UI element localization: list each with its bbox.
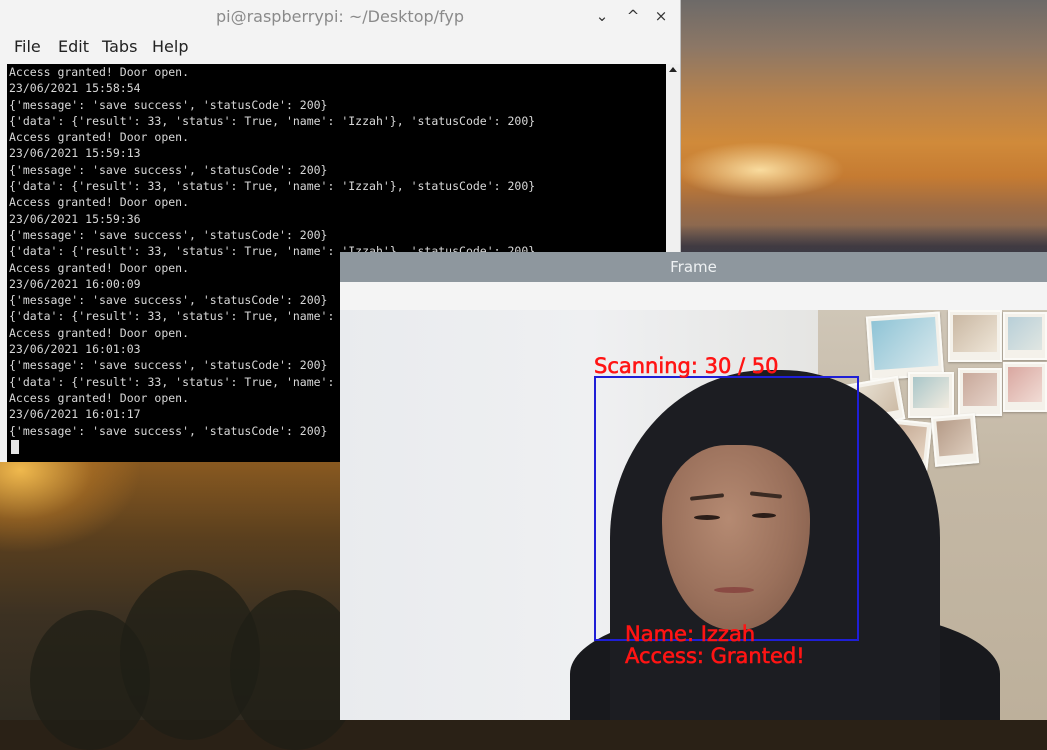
window-title: pi@raspberrypi: ~/Desktop/fyp <box>215 7 465 26</box>
maximize-button[interactable]: ^ <box>624 6 642 26</box>
desktop-wallpaper-sky <box>680 0 1047 260</box>
minimize-button[interactable]: ⌄ <box>593 6 611 26</box>
wall-photo <box>865 311 945 381</box>
terminal-line: Access granted! Door open. <box>9 195 190 210</box>
terminal-line: {'data': {'result': 33, 'status': True, … <box>9 113 536 128</box>
scroll-up-arrow-icon[interactable] <box>669 67 677 72</box>
access-status-label: Access: Granted! <box>625 644 805 669</box>
window-title: Frame <box>670 258 717 276</box>
terminal-line: 23/06/2021 15:59:36 <box>9 211 141 226</box>
terminal-line: {'message': 'save success', 'statusCode'… <box>9 162 328 177</box>
terminal-line: {'message': 'save success', 'statusCode'… <box>9 227 328 242</box>
scanning-progress-label: Scanning: 30 / 50 <box>594 354 779 379</box>
recognized-name-label: Name: Izzah <box>625 622 756 647</box>
wall-photo <box>948 310 1002 362</box>
terminal-line: {'message': 'save success', 'statusCode'… <box>9 97 328 112</box>
menu-edit[interactable]: Edit <box>58 37 89 56</box>
wall-photo <box>1003 362 1047 412</box>
terminal-line: 23/06/2021 15:58:54 <box>9 81 141 96</box>
terminal-line: {'data': {'result': 33, 'status': True, … <box>9 179 536 194</box>
terminal-line: Access granted! Door open. <box>9 65 190 79</box>
wall-photo <box>908 372 954 418</box>
terminal-line: Access granted! Door open. <box>9 130 190 145</box>
terminal-titlebar[interactable]: pi@raspberrypi: ~/Desktop/fyp ⌄ ^ × <box>0 0 680 34</box>
face-detection-box <box>594 376 859 641</box>
close-button[interactable]: × <box>652 6 670 26</box>
terminal-line: 23/06/2021 15:59:13 <box>9 146 141 161</box>
terminal-cursor <box>11 439 19 454</box>
frame-titlebar[interactable]: Frame <box>340 252 1047 282</box>
wall-photo <box>958 368 1002 416</box>
wall-photo <box>1003 312 1047 360</box>
desktop-wallpaper-forest <box>0 460 360 750</box>
frame-toolbar <box>340 282 1047 310</box>
menu-file[interactable]: File <box>14 37 41 56</box>
frame-window[interactable]: Frame Scanning: 30 / 50 Name: Izzah Acce… <box>340 252 1047 720</box>
menu-help[interactable]: Help <box>152 37 188 56</box>
menu-tabs[interactable]: Tabs <box>102 37 137 56</box>
menu-bar: File Edit Tabs Help <box>0 34 680 64</box>
camera-feed: Scanning: 30 / 50 Name: Izzah Access: Gr… <box>340 310 1047 720</box>
wall-photo <box>930 413 980 467</box>
